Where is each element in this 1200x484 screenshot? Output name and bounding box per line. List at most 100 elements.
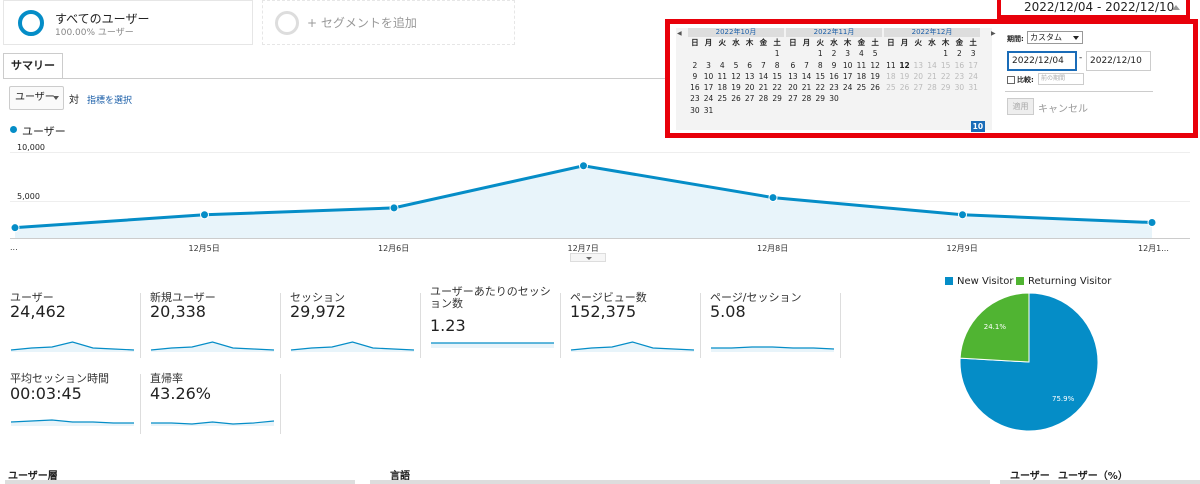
compare-select[interactable]: 前の期間: [1038, 73, 1084, 85]
calendar-day[interactable]: 7: [757, 60, 771, 71]
calendar-day[interactable]: 6: [786, 60, 800, 71]
data-point[interactable]: [579, 161, 588, 171]
period-select[interactable]: カスタム: [1027, 31, 1083, 44]
calendar-day[interactable]: 20: [911, 71, 925, 82]
calendar-day[interactable]: 19: [868, 71, 882, 82]
calendar-day[interactable]: 15: [813, 71, 827, 82]
calendar-day[interactable]: 16: [827, 71, 841, 82]
calendar-day[interactable]: 12: [868, 60, 882, 71]
data-point[interactable]: [200, 210, 209, 220]
next-month-icon[interactable]: ▶: [991, 30, 996, 37]
calendar-day[interactable]: 9: [827, 60, 841, 71]
calendar-day[interactable]: 29: [939, 82, 953, 93]
metric-tile[interactable]: ユーザーあたりのセッション数 1.23: [430, 286, 570, 348]
calendar-day[interactable]: 2: [953, 48, 967, 59]
calendar-day[interactable]: 15: [770, 71, 784, 82]
calendar-day[interactable]: 25: [715, 93, 729, 104]
calendar-day[interactable]: 31: [702, 105, 716, 116]
metric-tile[interactable]: ページビュー数 152,375: [570, 292, 710, 352]
calendar-day[interactable]: 12: [729, 71, 743, 82]
calendar-day[interactable]: 11: [855, 60, 869, 71]
calendar-day[interactable]: 24: [841, 82, 855, 93]
calendar-day[interactable]: 17: [966, 60, 980, 71]
calendar-day[interactable]: 28: [925, 82, 939, 93]
calendar-day[interactable]: 2: [688, 60, 702, 71]
calendar-day[interactable]: 21: [925, 71, 939, 82]
calendar-day[interactable]: 14: [800, 71, 814, 82]
calendar-day[interactable]: 24: [966, 71, 980, 82]
calendar-day[interactable]: 22: [770, 82, 784, 93]
calendar-day[interactable]: 22: [939, 71, 953, 82]
calendar-day[interactable]: 25: [884, 82, 898, 93]
calendar-day[interactable]: 7: [800, 60, 814, 71]
data-point[interactable]: [10, 223, 20, 233]
calendar-day[interactable]: 30: [827, 93, 841, 104]
calendar-day[interactable]: 5: [868, 48, 882, 59]
calendar-day[interactable]: 3: [841, 48, 855, 59]
calendar-day[interactable]: 1: [813, 48, 827, 59]
calendar-day[interactable]: 10: [841, 60, 855, 71]
calendar-day[interactable]: 1: [770, 48, 784, 59]
calendar-day[interactable]: 18: [715, 82, 729, 93]
calendar-day[interactable]: 9: [688, 71, 702, 82]
calendar-day[interactable]: 30: [953, 82, 967, 93]
calendar-day[interactable]: 26: [729, 93, 743, 104]
metric-tile[interactable]: 直帰率 43.26%: [150, 373, 290, 433]
calendar-day[interactable]: 1: [939, 48, 953, 59]
calendar-day[interactable]: 27: [786, 93, 800, 104]
select-metric-link[interactable]: 指標を選択: [87, 93, 132, 106]
calendar-day[interactable]: 4: [715, 60, 729, 71]
metric-tile[interactable]: 平均セッション時間 00:03:45: [10, 373, 150, 433]
calendar-day[interactable]: 23: [953, 71, 967, 82]
calendar-day[interactable]: 29: [770, 93, 784, 104]
calendar-day[interactable]: 12: [898, 60, 912, 71]
calendar-day[interactable]: 26: [898, 82, 912, 93]
calendar-day[interactable]: 5: [729, 60, 743, 71]
calendar-day[interactable]: 25: [855, 82, 869, 93]
apply-button[interactable]: 適用: [1007, 98, 1034, 115]
metric-tile[interactable]: ユーザー 24,462: [10, 292, 150, 352]
calendar-day[interactable]: 29: [813, 93, 827, 104]
cancel-link[interactable]: キャンセル: [1038, 100, 1088, 115]
calendar-day[interactable]: 27: [743, 93, 757, 104]
calendar-day[interactable]: 6: [743, 60, 757, 71]
segment-all-users[interactable]: すべてのユーザー 100.00% ユーザー: [3, 0, 253, 45]
calendar-day[interactable]: 30: [688, 105, 702, 116]
calendar-day[interactable]: 28: [800, 93, 814, 104]
end-date-input[interactable]: 2022/12/10: [1086, 51, 1151, 71]
calendar-day[interactable]: 14: [925, 60, 939, 71]
calendar-day[interactable]: 21: [800, 82, 814, 93]
calendar-day[interactable]: 22: [813, 82, 827, 93]
calendar-day[interactable]: 20: [786, 82, 800, 93]
pie-legend-returning[interactable]: Returning Visitor: [1016, 276, 1111, 287]
data-point[interactable]: [389, 203, 399, 213]
metric-tile[interactable]: ページ/セッション 5.08: [710, 292, 850, 352]
metric-tile[interactable]: セッション 29,972: [290, 292, 430, 352]
calendar-day[interactable]: 19: [898, 71, 912, 82]
calendar-day[interactable]: 20: [743, 82, 757, 93]
calendar-day[interactable]: 8: [770, 60, 784, 71]
start-date-input[interactable]: 2022/12/04: [1007, 51, 1077, 71]
calendar-day[interactable]: 23: [688, 93, 702, 104]
calendar-day[interactable]: 16: [688, 82, 702, 93]
calendar-day[interactable]: 17: [841, 71, 855, 82]
calendar-day[interactable]: 3: [702, 60, 716, 71]
calendar-day[interactable]: 15: [939, 60, 953, 71]
calendar-day[interactable]: 16: [953, 60, 967, 71]
data-point[interactable]: [768, 193, 778, 203]
metric-tile[interactable]: 新規ユーザー 20,338: [150, 292, 290, 352]
metric-dropdown[interactable]: ユーザー: [9, 86, 64, 110]
data-point[interactable]: [958, 210, 967, 220]
compare-checkbox[interactable]: [1007, 76, 1015, 84]
calendar-day[interactable]: 11: [715, 71, 729, 82]
calendar-day[interactable]: 24: [702, 93, 716, 104]
calendar-day[interactable]: 8: [813, 60, 827, 71]
calendar-day[interactable]: 26: [868, 82, 882, 93]
calendar-day[interactable]: 2: [827, 48, 841, 59]
calendar-day[interactable]: 4: [855, 48, 869, 59]
calendar-day[interactable]: 19: [729, 82, 743, 93]
calendar-day[interactable]: 13: [911, 60, 925, 71]
calendar-day[interactable]: 11: [884, 60, 898, 71]
calendar-day[interactable]: 23: [827, 82, 841, 93]
calendar-day[interactable]: 3: [966, 48, 980, 59]
